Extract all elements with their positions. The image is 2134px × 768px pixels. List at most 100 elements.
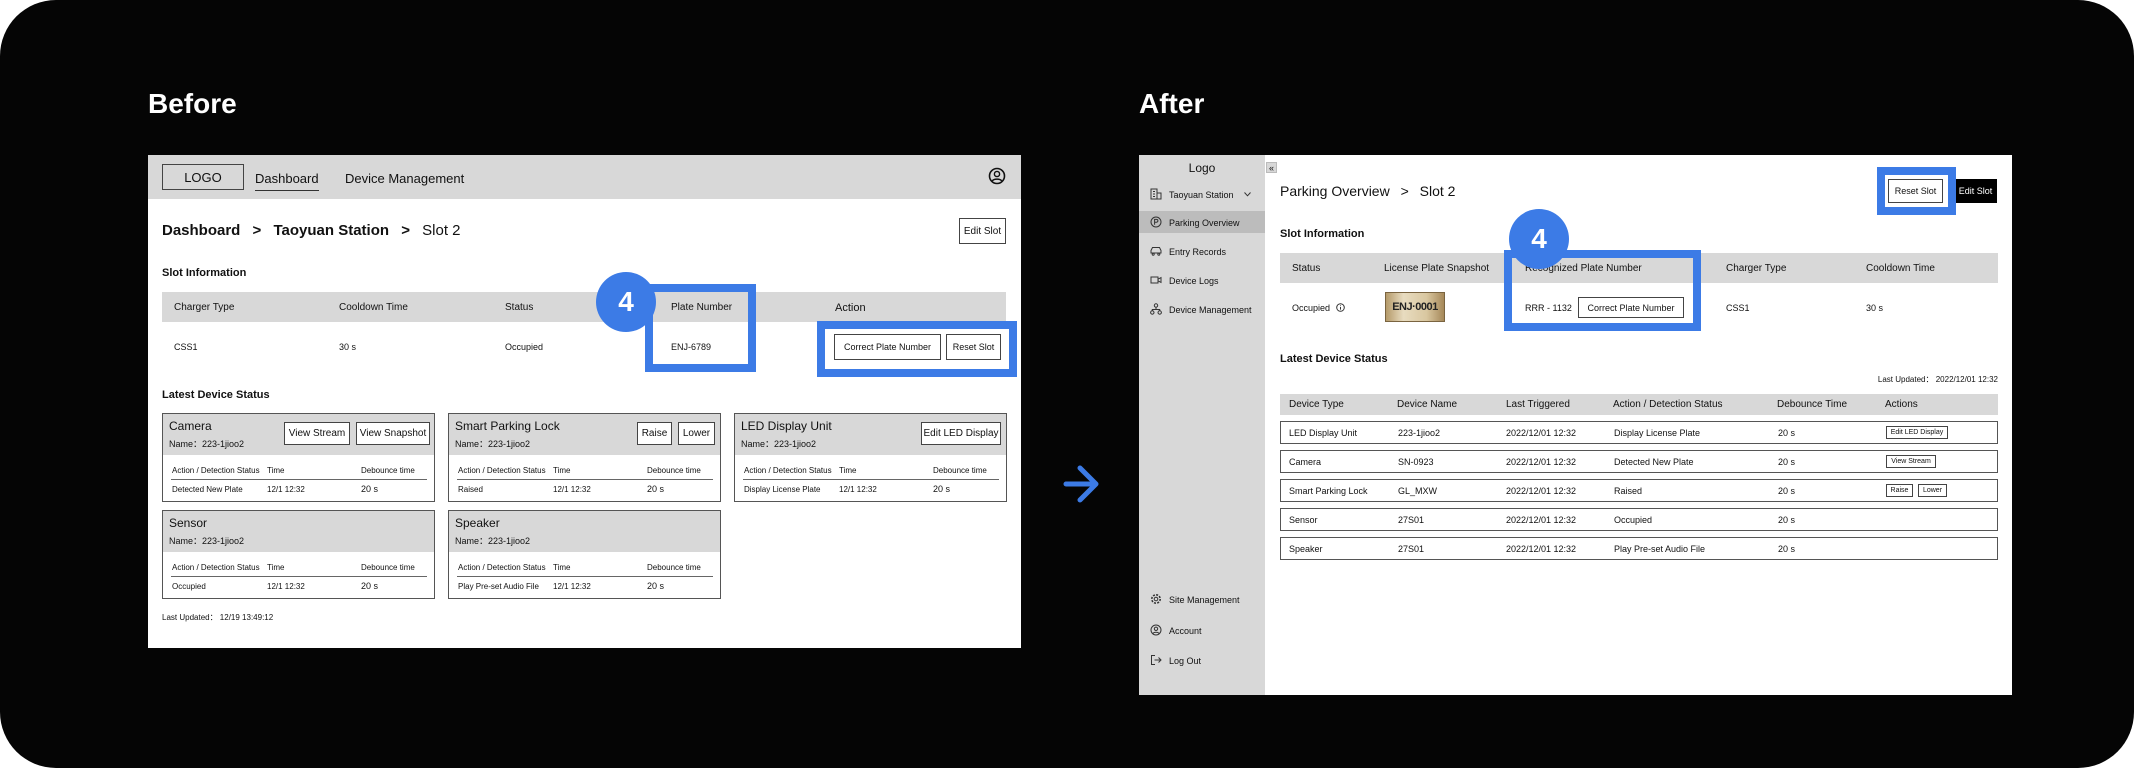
lower-button[interactable]: Lower <box>678 422 715 445</box>
edit-slot-button[interactable]: Edit Slot <box>959 218 1006 244</box>
nav-device-management[interactable]: Device Management <box>345 171 464 186</box>
cell-action: Occupied <box>172 582 206 591</box>
edit-led-display-button[interactable]: Edit LED Display <box>921 422 1001 445</box>
cell-debounce: 20 s <box>1778 428 1796 438</box>
chevron-down-icon[interactable] <box>1244 192 1251 197</box>
collapse-sidebar-icon[interactable]: « <box>1266 162 1277 173</box>
cell-action: Play Pre-set Audio File <box>458 582 539 591</box>
col-actions: Actions <box>1885 399 1918 410</box>
sidebar-item-label: Account <box>1169 626 1202 636</box>
view-stream-button[interactable]: View Stream <box>1886 455 1936 468</box>
cell-time: 12/1 12:32 <box>267 485 305 494</box>
col-time: Time <box>553 563 571 572</box>
user-icon[interactable] <box>988 167 1006 185</box>
card-title: Speaker <box>455 516 500 530</box>
info-icon[interactable] <box>1336 303 1345 312</box>
col-device-name: Device Name <box>1397 399 1458 410</box>
sidebar-item-label: Device Logs <box>1169 276 1219 286</box>
cell-status: Occupied <box>1292 303 1331 313</box>
cell-time: 12/1 12:32 <box>553 485 591 494</box>
device-card: LED Display Unit Name：223-1jioo2 Edit LE… <box>734 413 1007 502</box>
sidebar-item-label: Entry Records <box>1169 247 1227 257</box>
raise-button[interactable]: Raise <box>637 422 672 445</box>
gear-icon <box>1150 593 1162 605</box>
after-heading: After <box>1139 88 1205 119</box>
user-icon <box>1150 624 1162 636</box>
cell-action: Display License Plate <box>744 485 821 494</box>
cell-status: Occupied <box>505 342 544 352</box>
breadcrumb-sep: > <box>1400 183 1409 199</box>
last-updated: Last Updated： 12/19 13:49:12 <box>162 613 274 622</box>
cell-charger-type: CSS1 <box>174 342 198 352</box>
cell-type: LED Display Unit <box>1289 428 1358 438</box>
table-row: LED Display Unit 223-1jioo2 2022/12/01 1… <box>1280 421 1998 444</box>
breadcrumb-sep: > <box>401 222 410 239</box>
edit-slot-button[interactable]: Edit Slot <box>1954 179 1997 203</box>
plate-image-text: ENJ·0001 <box>1392 301 1438 313</box>
col-action: Action / Detection Status <box>458 466 546 475</box>
logo: LOGO <box>162 164 244 190</box>
building-icon <box>1150 188 1162 200</box>
divider <box>457 576 713 577</box>
cell-name: SN-0923 <box>1398 457 1434 467</box>
card-device-name: Name：223-1jioo2 <box>169 439 245 449</box>
divider <box>743 479 999 480</box>
cell-cooldown: 30 s <box>1866 303 1884 313</box>
logout-icon <box>1150 654 1162 666</box>
view-snapshot-button[interactable]: View Snapshot <box>356 422 430 445</box>
divider <box>171 479 427 480</box>
col-debounce: Debounce time <box>647 563 701 572</box>
col-debounce: Debounce Time <box>1777 399 1848 410</box>
breadcrumb-station[interactable]: Taoyuan Station <box>273 222 389 239</box>
cell-last: 2022/12/01 12:32 <box>1506 457 1577 467</box>
highlight-plate-number <box>645 284 756 372</box>
breadcrumb-overview[interactable]: Parking Overview <box>1280 183 1390 199</box>
edit-led-display-button[interactable]: Edit LED Display <box>1886 426 1948 439</box>
lower-button[interactable]: Lower <box>1918 484 1947 497</box>
step-badge: 4 <box>596 272 656 332</box>
card-device-name: Name：223-1jioo2 <box>169 536 245 546</box>
highlight-reset-slot <box>1877 167 1956 215</box>
col-time: Time <box>839 466 857 475</box>
step-badge: 4 <box>1509 209 1569 269</box>
cell-type: Speaker <box>1289 544 1323 554</box>
last-updated: Last Updated： 2022/12/01 12:32 <box>1877 375 1998 384</box>
col-time: Time <box>267 466 285 475</box>
nav-dashboard[interactable]: Dashboard <box>255 171 319 191</box>
cell-debounce: 20 s <box>933 484 951 494</box>
breadcrumb-slot: Slot 2 <box>422 222 461 239</box>
cell-debounce: 20 s <box>1778 457 1796 467</box>
cell-cooldown: 30 s <box>339 342 357 352</box>
raise-button[interactable]: Raise <box>1886 484 1913 497</box>
cell-debounce: 20 s <box>1778 486 1796 496</box>
cell-action: Raised <box>1614 486 1643 496</box>
latest-device-title: Latest Device Status <box>1280 353 1388 365</box>
view-stream-button[interactable]: View Stream <box>284 422 350 445</box>
sidebar-item-label: Device Management <box>1169 305 1252 315</box>
cell-type: Smart Parking Lock <box>1289 486 1368 496</box>
table-row: Sensor 27S01 2022/12/01 12:32 Occupied 2… <box>1280 508 1998 531</box>
col-debounce: Debounce time <box>647 466 701 475</box>
breadcrumb-dashboard[interactable]: Dashboard <box>162 222 240 239</box>
card-title: LED Display Unit <box>741 419 832 433</box>
cell-debounce: 20 s <box>1778 544 1796 554</box>
arrow-right-icon <box>1062 462 1100 506</box>
cell-action: Detected New Plate <box>1614 457 1694 467</box>
after-screen: Logo « Taoyuan Station Parking Overview … <box>1139 155 2012 695</box>
col-action: Action / Detection Status <box>172 563 260 572</box>
plate-snapshot-image[interactable]: ENJ·0001 <box>1385 292 1445 322</box>
highlight-action <box>817 321 1017 377</box>
col-debounce: Debounce time <box>933 466 987 475</box>
cell-action: Occupied <box>1614 515 1653 525</box>
cell-name: GL_MXW <box>1398 486 1438 496</box>
cell-name: 27S01 <box>1398 515 1425 525</box>
cell-last: 2022/12/01 12:32 <box>1506 544 1577 554</box>
card-device-name: Name：223-1jioo2 <box>741 439 817 449</box>
canvas: Before After LOGO Dashboard Device Manag… <box>0 0 2134 768</box>
station-select[interactable]: Taoyuan Station <box>1169 190 1234 200</box>
header-status: Status <box>505 302 534 313</box>
cell-debounce: 20 s <box>647 581 665 591</box>
slot-table-header <box>162 292 1006 322</box>
breadcrumb: Dashboard > Taoyuan Station > Slot 2 <box>162 222 461 239</box>
parking-icon <box>1150 216 1162 228</box>
